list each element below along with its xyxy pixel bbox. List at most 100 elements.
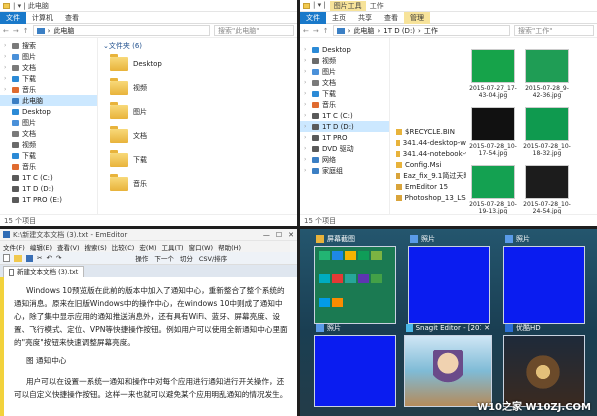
explorer2-tab-manage[interactable]: 管理 bbox=[404, 11, 430, 24]
expand-arrow-icon[interactable]: › bbox=[4, 42, 12, 49]
folder-item[interactable]: 图片 bbox=[98, 100, 297, 124]
file-item[interactable]: $RECYCLE.BIN bbox=[394, 126, 466, 137]
undo-icon[interactable]: ↶ bbox=[46, 254, 51, 262]
explorer2-path-segment-3[interactable]: 工作 bbox=[424, 26, 438, 36]
nav-item[interactable]: 下载 bbox=[0, 150, 97, 161]
expand-arrow-icon[interactable]: › bbox=[4, 53, 12, 60]
toolbar-button[interactable]: 操作 bbox=[135, 253, 148, 263]
nav-item[interactable]: › DVD 驱动 bbox=[300, 143, 389, 154]
folder-item[interactable]: 视频 bbox=[98, 76, 297, 100]
explorer1-path-segment[interactable]: 此电脑 bbox=[53, 26, 74, 36]
nav-item[interactable]: › 音乐 bbox=[300, 99, 389, 110]
image-item[interactable]: 2015-07-28_10-24-54.jpg bbox=[522, 163, 572, 215]
menu-item[interactable]: 窗口(W) bbox=[189, 242, 214, 252]
close-icon[interactable]: ✕ bbox=[484, 324, 490, 332]
nav-item[interactable]: › 下载 bbox=[0, 73, 97, 84]
file-item[interactable]: 341.44-notebook-win8-win7- bbox=[394, 148, 466, 159]
explorer2-search-input[interactable]: 搜索"工作" bbox=[514, 25, 594, 36]
explorer2-path-segment-1[interactable]: 此电脑 bbox=[353, 26, 374, 36]
nav-item[interactable]: 图片 bbox=[0, 117, 97, 128]
menu-item[interactable]: 宏(M) bbox=[139, 242, 156, 252]
expand-arrow-icon[interactable]: › bbox=[4, 64, 12, 71]
toolbar-button[interactable]: CSV/排序 bbox=[199, 253, 227, 263]
file-item[interactable]: Config.Msi bbox=[394, 159, 466, 170]
open-file-icon[interactable] bbox=[14, 254, 22, 262]
new-file-icon[interactable] bbox=[3, 254, 10, 262]
expand-arrow-icon[interactable]: › bbox=[304, 90, 312, 97]
menu-item[interactable]: 文件(F) bbox=[3, 242, 25, 252]
expand-arrow-icon[interactable]: › bbox=[304, 79, 312, 86]
explorer1-tab-view[interactable]: 查看 bbox=[59, 12, 85, 24]
image-item[interactable]: 2015-07-28_9-42-36.jpg bbox=[522, 47, 572, 99]
menu-item[interactable]: 查看(V) bbox=[57, 242, 80, 252]
nav-item[interactable]: 文档 bbox=[0, 128, 97, 139]
close-icon[interactable]: ✕ bbox=[288, 231, 294, 239]
expand-arrow-icon[interactable]: › bbox=[304, 145, 312, 152]
explorer2-tab-share[interactable]: 共享 bbox=[352, 12, 378, 24]
nav-item[interactable]: 1T PRO (E:) bbox=[0, 194, 97, 205]
save-icon[interactable] bbox=[26, 254, 33, 262]
file-item[interactable]: Eaz_fix_9.1简过天晴英文版 bbox=[394, 170, 466, 181]
image-item[interactable]: 2015-07-27_17-43-04.jpg bbox=[468, 47, 518, 99]
task-view-card[interactable]: 照片 bbox=[503, 232, 585, 326]
explorer2-tab-view[interactable]: 查看 bbox=[378, 12, 404, 24]
expand-arrow-icon[interactable]: › bbox=[304, 123, 312, 130]
nav-item[interactable]: 此电脑 bbox=[0, 95, 97, 106]
nav-item[interactable]: › 文档 bbox=[300, 77, 389, 88]
redo-icon[interactable]: ↷ bbox=[56, 254, 61, 262]
nav-item[interactable]: › 1T C (C:) bbox=[300, 110, 389, 121]
expand-arrow-icon[interactable]: › bbox=[4, 75, 12, 82]
menu-item[interactable]: 帮助(H) bbox=[218, 242, 241, 252]
nav-item[interactable]: › Desktop bbox=[300, 44, 389, 55]
nav-item[interactable]: › 下载 bbox=[300, 88, 389, 99]
cut-icon[interactable]: ✂ bbox=[37, 254, 42, 262]
nav-item[interactable]: 音乐 bbox=[0, 161, 97, 172]
menu-item[interactable]: 比较(C) bbox=[112, 242, 135, 252]
explorer1-tab-computer[interactable]: 计算机 bbox=[26, 12, 59, 24]
forward-arrow-icon[interactable]: → bbox=[313, 27, 319, 35]
explorer2-tab-file[interactable]: 文件 bbox=[300, 11, 326, 24]
nav-item[interactable]: › 网络 bbox=[300, 154, 389, 165]
nav-item[interactable]: › 视频 bbox=[300, 55, 389, 66]
explorer2-tab-home[interactable]: 主页 bbox=[326, 12, 352, 24]
image-item[interactable]: 2015-07-28_10-17-54.jpg bbox=[468, 105, 518, 157]
menu-item[interactable]: 搜索(S) bbox=[85, 242, 107, 252]
menu-item[interactable]: 编辑(E) bbox=[30, 242, 52, 252]
back-arrow-icon[interactable]: ← bbox=[3, 27, 9, 35]
nav-item[interactable]: Desktop bbox=[0, 106, 97, 117]
editor-text-area[interactable]: Windows 10预览版在此前的版本中加入了通知中心，重新整合了整个系统的通知… bbox=[4, 277, 297, 416]
nav-item[interactable]: › 1T D (D:) bbox=[300, 121, 389, 132]
explorer2-path-input[interactable]: › 此电脑 › 1T D (D:) › 工作 bbox=[332, 25, 510, 36]
folders-section-header[interactable]: ⌄ 文件夹 (6) bbox=[98, 40, 297, 52]
expand-arrow-icon[interactable]: › bbox=[304, 101, 312, 108]
folder-item[interactable]: 下载 bbox=[98, 148, 297, 172]
task-view-card[interactable]: 照片 bbox=[408, 232, 490, 326]
task-view-card[interactable]: 屏幕截图 bbox=[314, 232, 396, 326]
nav-item[interactable]: › 图片 bbox=[300, 66, 389, 77]
nav-item[interactable]: 1T D (D:) bbox=[0, 183, 97, 194]
maximize-icon[interactable]: ☐ bbox=[276, 231, 282, 239]
toolbar-button[interactable]: 下一个 bbox=[154, 253, 174, 263]
minimize-icon[interactable]: — bbox=[263, 231, 270, 239]
expand-arrow-icon[interactable]: › bbox=[304, 57, 312, 64]
nav-item[interactable]: › 图片 bbox=[0, 51, 97, 62]
nav-item[interactable]: › 家庭组 bbox=[300, 165, 389, 176]
explorer1-tab-file[interactable]: 文件 bbox=[0, 11, 26, 24]
up-arrow-icon[interactable]: ↑ bbox=[23, 27, 29, 35]
editor-doc-tab[interactable]: 新建文本文档 (3).txt bbox=[3, 266, 85, 277]
expand-arrow-icon[interactable]: › bbox=[304, 167, 312, 174]
up-arrow-icon[interactable]: ↑ bbox=[323, 27, 329, 35]
forward-arrow-icon[interactable]: → bbox=[13, 27, 19, 35]
nav-item[interactable]: 视频 bbox=[0, 139, 97, 150]
task-view-card[interactable]: 优酷HD bbox=[503, 321, 585, 409]
file-item[interactable]: Photoshop_13_LS3 bbox=[394, 192, 466, 203]
file-item[interactable]: EmEditor 15 bbox=[394, 181, 466, 192]
file-item[interactable]: 341.44-desktop-win8-win7-w bbox=[394, 137, 466, 148]
toolbar-button[interactable]: 切分 bbox=[180, 253, 193, 263]
expand-arrow-icon[interactable]: › bbox=[4, 86, 12, 93]
back-arrow-icon[interactable]: ← bbox=[303, 27, 309, 35]
nav-item[interactable]: › 1T PRO bbox=[300, 132, 389, 143]
nav-item[interactable]: › 音乐 bbox=[0, 84, 97, 95]
nav-item[interactable]: 1T C (C:) bbox=[0, 172, 97, 183]
expand-arrow-icon[interactable]: › bbox=[304, 46, 312, 53]
